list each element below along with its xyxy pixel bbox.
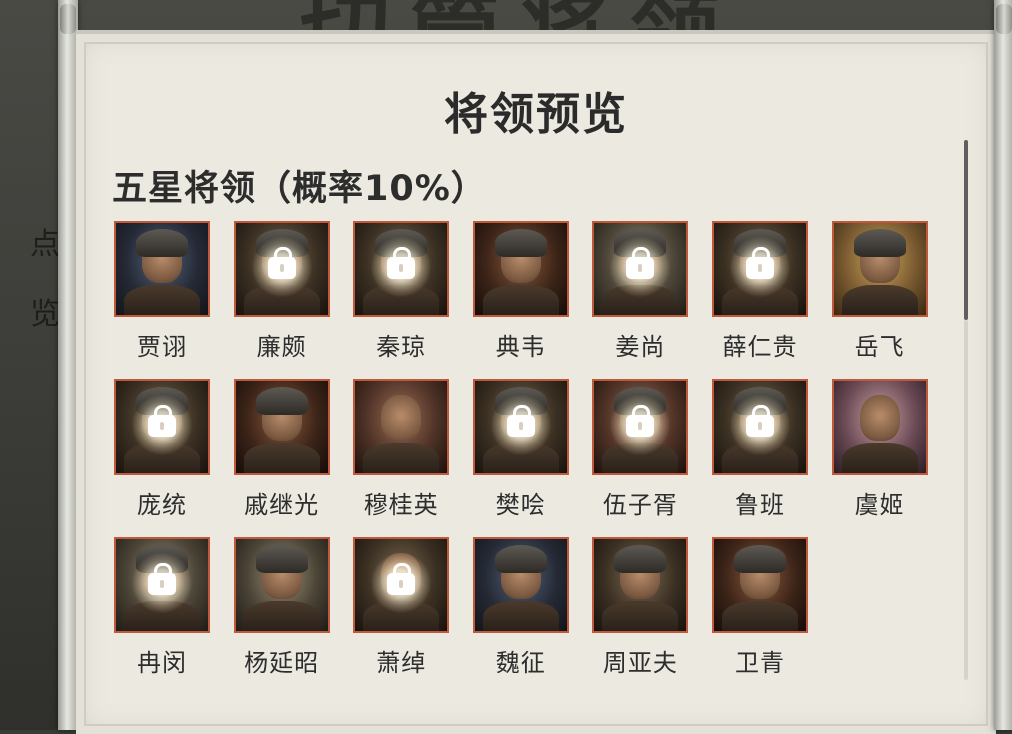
- general-portrait: [114, 537, 210, 633]
- general-name: 卫青: [734, 649, 785, 677]
- lock-icon: [626, 247, 655, 279]
- general-grid: 贾诩 廉颇 秦琼 典韦 姜尚 薛仁贵 岳飞 庞统 戚继光 穆桂英 樊哙 伍子胥 …: [114, 221, 928, 677]
- general-portrait: [353, 379, 450, 475]
- general-card[interactable]: 秦琼: [353, 221, 450, 361]
- lock-icon: [148, 405, 176, 437]
- general-portrait: [711, 221, 808, 317]
- general-card[interactable]: 鲁班: [711, 379, 808, 519]
- general-card[interactable]: 廉颇: [233, 221, 330, 361]
- general-portrait: [114, 221, 210, 317]
- lock-icon: [387, 247, 416, 279]
- general-card[interactable]: 薛仁贵: [711, 221, 808, 361]
- general-portrait: [711, 379, 808, 475]
- general-name: 戚继光: [244, 491, 320, 519]
- general-portrait: [592, 221, 689, 317]
- general-card[interactable]: 伍子胥: [592, 379, 689, 519]
- general-card[interactable]: 魏征: [472, 537, 569, 677]
- general-name: 庞统: [137, 491, 187, 519]
- general-portrait: [831, 221, 928, 317]
- general-card[interactable]: 樊哙: [472, 379, 569, 519]
- general-portrait: [233, 221, 330, 317]
- scroll-rod-right: [994, 0, 1012, 730]
- general-name: 薛仁贵: [722, 333, 798, 361]
- lock-icon: [626, 405, 655, 437]
- general-name: 廉颇: [256, 333, 307, 361]
- general-card[interactable]: 庞统: [114, 379, 210, 519]
- general-name: 伍子胥: [602, 491, 678, 519]
- section-header-five-star: 五星将领（概率10%）: [112, 169, 487, 209]
- general-portrait: [831, 379, 928, 475]
- general-card[interactable]: 萧绰: [353, 537, 450, 677]
- general-name: 秦琼: [376, 333, 427, 361]
- general-name: 贾诩: [137, 333, 187, 361]
- general-card[interactable]: 冉闵: [114, 537, 210, 677]
- general-portrait: [353, 537, 450, 633]
- general-name: 周亚夫: [602, 649, 678, 677]
- scrollbar-track[interactable]: [964, 320, 968, 680]
- lock-icon: [267, 247, 296, 279]
- general-portrait: [233, 537, 330, 633]
- general-portrait: [233, 379, 330, 475]
- lock-icon: [745, 405, 774, 437]
- general-portrait: [472, 379, 569, 475]
- general-portrait: [472, 537, 569, 633]
- general-name: 萧绰: [376, 649, 427, 677]
- general-card[interactable]: 戚继光: [233, 379, 330, 519]
- general-name: 鲁班: [734, 491, 785, 519]
- lock-icon: [745, 247, 774, 279]
- general-card[interactable]: 虞姬: [831, 379, 928, 519]
- general-portrait: [592, 537, 689, 633]
- general-card[interactable]: 穆桂英: [353, 379, 450, 519]
- panel-title: 将领预览: [444, 89, 628, 140]
- general-preview-panel: 将领预览 五星将领（概率10%） 贾诩 廉颇 秦琼 典韦 姜尚 薛仁贵 岳飞 庞…: [76, 30, 996, 734]
- general-name: 杨延昭: [244, 649, 320, 677]
- general-name: 穆桂英: [363, 491, 439, 519]
- lock-icon: [148, 563, 176, 595]
- general-name: 樊哙: [495, 491, 546, 519]
- lock-icon: [506, 405, 535, 437]
- general-name: 魏征: [495, 649, 546, 677]
- general-card[interactable]: 岳飞: [831, 221, 928, 361]
- lock-icon: [387, 563, 416, 595]
- general-card[interactable]: 杨延昭: [233, 537, 330, 677]
- general-name: 虞姬: [854, 491, 905, 519]
- general-name: 姜尚: [615, 333, 666, 361]
- general-portrait: [472, 221, 569, 317]
- general-portrait: [114, 379, 210, 475]
- general-portrait: [592, 379, 689, 475]
- general-portrait: [353, 221, 450, 317]
- general-card[interactable]: 卫青: [711, 537, 808, 677]
- general-card[interactable]: 贾诩: [114, 221, 210, 361]
- general-card[interactable]: 姜尚: [592, 221, 689, 361]
- general-portrait: [711, 537, 808, 633]
- general-name: 岳飞: [854, 333, 905, 361]
- general-card[interactable]: 典韦: [472, 221, 569, 361]
- scrollbar-thumb[interactable]: [964, 140, 968, 320]
- general-name: 冉闵: [137, 649, 187, 677]
- general-name: 典韦: [495, 333, 546, 361]
- scroll-rod-left: [58, 0, 78, 730]
- general-card[interactable]: 周亚夫: [592, 537, 689, 677]
